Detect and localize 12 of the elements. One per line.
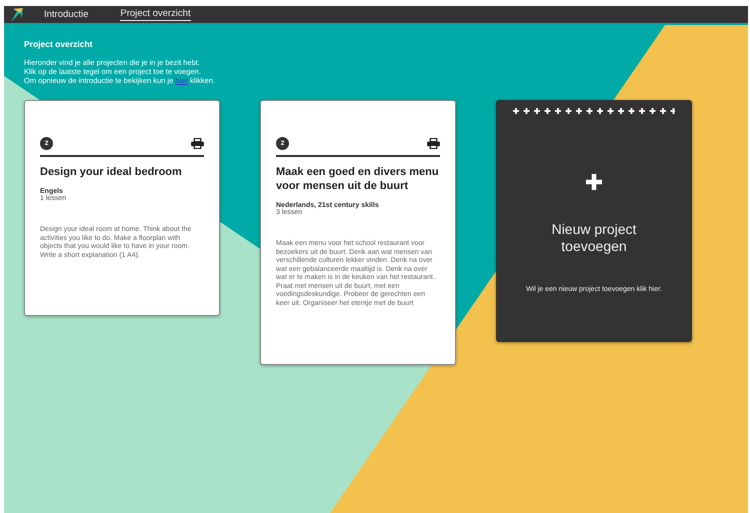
nav-tab[interactable]: Introductie xyxy=(44,8,88,20)
project-card[interactable] xyxy=(24,100,220,316)
new-project-title: Nieuw project toevoegen xyxy=(550,221,638,255)
printer-icon[interactable] xyxy=(427,138,440,149)
project-card[interactable] xyxy=(260,100,456,365)
project-title: Maak een goed en divers menu voor mensen uit de buurt xyxy=(276,165,440,193)
project-title: Design your ideal bedroom xyxy=(40,165,183,179)
page-title: Project overzicht xyxy=(24,39,94,49)
nav-tab[interactable]: Project overzicht xyxy=(120,8,191,21)
logo-icon[interactable] xyxy=(10,8,24,22)
printer-icon[interactable] xyxy=(191,138,204,149)
add-icon xyxy=(585,173,603,191)
